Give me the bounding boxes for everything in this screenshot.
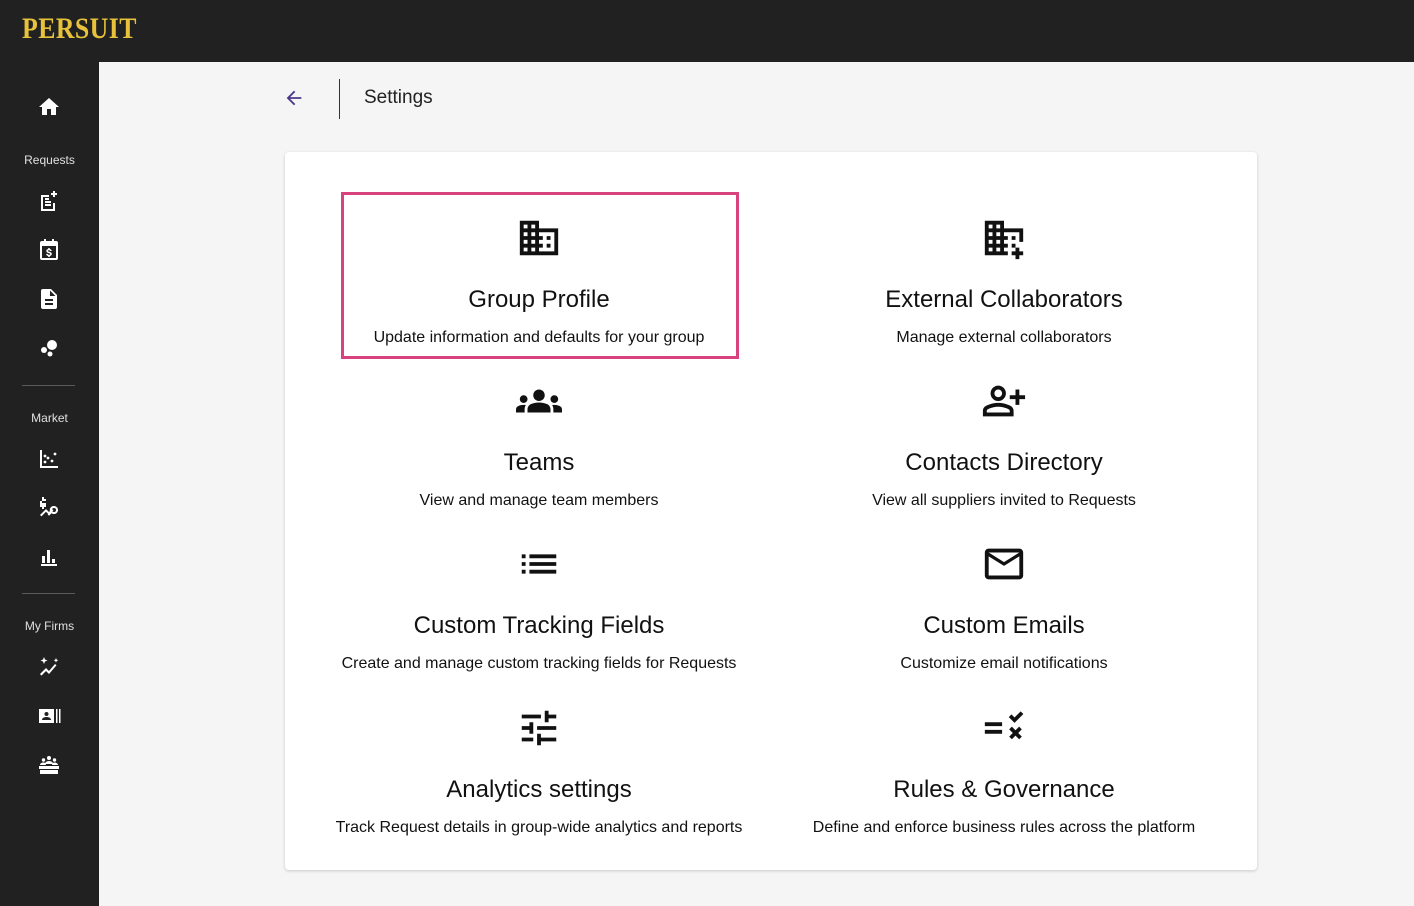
tile-title: Custom Emails [923, 612, 1085, 639]
tile-description: Update information and defaults for your… [373, 329, 705, 346]
sidebar: Requests Market My Firms [0, 62, 99, 906]
firms-group-icon[interactable] [29, 745, 69, 785]
calendar-dollar-icon[interactable] [29, 230, 69, 270]
tile-title: Rules & Governance [893, 776, 1115, 803]
custom-emails-tile[interactable]: Custom Emails Customize email notificati… [784, 522, 1224, 682]
tile-title: External Collaborators [885, 286, 1123, 313]
bubbles-icon[interactable] [29, 328, 69, 368]
custom-tracking-fields-tile[interactable]: Custom Tracking Fields Create and manage… [319, 522, 759, 682]
tile-title: Analytics settings [446, 776, 632, 803]
settings-panel: Group Profile Update information and def… [285, 152, 1257, 870]
rule-icon [784, 706, 1224, 750]
tile-description: Track Request details in group-wide anal… [335, 819, 743, 836]
tile-description: View and manage team members [419, 492, 659, 509]
sidebar-divider [22, 593, 75, 594]
tile-description: View all suppliers invited to Requests [872, 492, 1136, 509]
tile-description: Manage external collaborators [896, 329, 1112, 346]
teams-tile[interactable]: Teams View and manage team members [319, 359, 759, 519]
back-button[interactable] [278, 82, 310, 114]
persuit-logo[interactable]: PERSUIT [22, 12, 137, 46]
tile-title: Teams [503, 449, 575, 476]
tune-icon [319, 706, 759, 750]
tile-title: Contacts Directory [905, 449, 1103, 476]
contacts-directory-tile[interactable]: Contacts Directory View all suppliers in… [784, 359, 1224, 519]
arrow-back-icon [286, 90, 302, 106]
external-collaborators-tile[interactable]: External Collaborators Manage external c… [784, 196, 1224, 356]
person-add-icon [784, 379, 1224, 423]
bar-chart-icon[interactable] [29, 536, 69, 576]
tile-title: Group Profile [468, 286, 610, 313]
analytics-settings-tile[interactable]: Analytics settings Track Request details… [319, 686, 759, 846]
tile-description: Create and manage custom tracking fields… [341, 655, 737, 672]
list-icon [319, 542, 759, 586]
scatter-chart-icon[interactable] [29, 439, 69, 479]
sidebar-section-my-firms: My Firms [24, 619, 75, 633]
header-divider [339, 79, 340, 119]
sidebar-section-requests: Requests [24, 153, 75, 167]
tile-description: Define and enforce business rules across… [812, 819, 1196, 836]
home-icon[interactable] [29, 87, 69, 127]
tile-description: Customize email notifications [900, 655, 1108, 672]
sidebar-section-market: Market [31, 411, 68, 425]
new-request-icon[interactable] [29, 181, 69, 221]
tile-title: Custom Tracking Fields [413, 612, 665, 639]
mail-icon [784, 542, 1224, 586]
building-icon [319, 216, 759, 260]
group-profile-tile[interactable]: Group Profile Update information and def… [319, 196, 759, 356]
rules-governance-tile[interactable]: Rules & Governance Define and enforce bu… [784, 686, 1224, 846]
groups-icon [319, 379, 759, 423]
document-icon[interactable] [29, 279, 69, 319]
building-add-icon [784, 216, 1224, 260]
market-search-icon[interactable] [29, 487, 69, 527]
sparkle-trend-icon[interactable] [29, 647, 69, 687]
sidebar-divider [22, 385, 75, 386]
top-bar: PERSUIT [0, 0, 1414, 62]
firm-card-icon[interactable] [29, 696, 69, 736]
page-title: Settings [364, 87, 433, 108]
